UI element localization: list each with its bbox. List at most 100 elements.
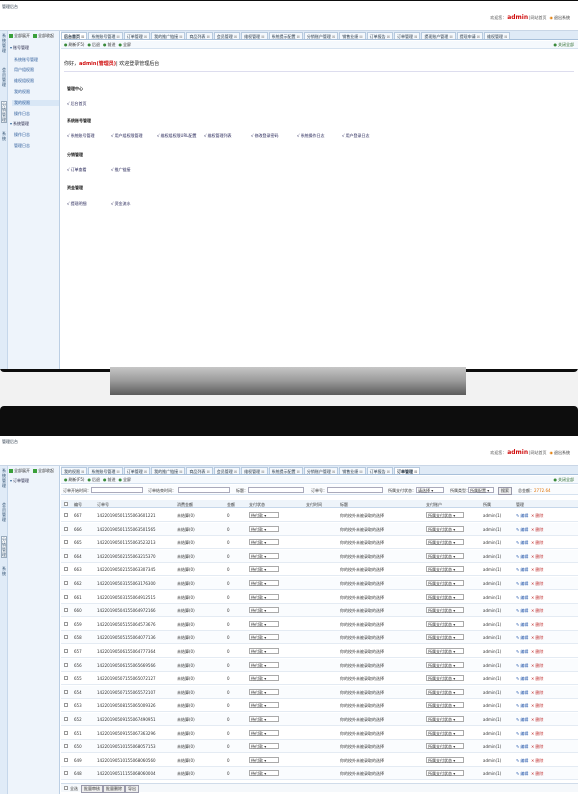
tab-close-icon[interactable]: ⊠ [206, 34, 209, 39]
status-select[interactable]: 待付款 ▾ [249, 688, 279, 695]
nav-item[interactable]: 系统账号管理 [14, 57, 38, 63]
tab-item[interactable]: 维权管理⊠ [241, 32, 268, 39]
tab-item[interactable]: 维权管理⊠ [484, 32, 511, 39]
site-home-link[interactable]: 网站首页 [531, 450, 547, 455]
nav-item[interactable]: 操作日志 [14, 132, 30, 138]
edit-link[interactable]: 编辑 [516, 676, 528, 682]
account-select[interactable]: 所属支付状态 ▾ [426, 688, 464, 695]
account-select[interactable]: 所属支付状态 ▾ [426, 702, 464, 709]
expand-all-button[interactable]: 全部展开 [9, 33, 30, 38]
table-row[interactable]: 666 14220190501155063501565 未结算(0) 0 你的校外未被录… [61, 522, 578, 536]
footer-select-all-checkbox[interactable] [64, 786, 68, 790]
quick-link[interactable]: 用户登录日志 [342, 133, 370, 139]
row-checkbox[interactable] [64, 594, 68, 599]
account-select[interactable]: 所属支付状态 ▾ [426, 539, 464, 546]
tab-item[interactable]: 我的推广链接⊠ [151, 32, 186, 39]
status-select[interactable]: 待付款 ▾ [249, 756, 279, 763]
end-date-input[interactable] [178, 487, 230, 493]
quick-link[interactable]: 订单查看 [67, 167, 87, 173]
tab-close-icon[interactable]: ⊠ [359, 469, 362, 474]
tab-close-icon[interactable]: ⊠ [116, 469, 119, 474]
close-all-button[interactable]: 关闭全部 [554, 41, 574, 49]
account-select[interactable]: 所属支付状态 ▾ [426, 512, 464, 518]
nav-item-selected[interactable]: 我的权限 [12, 100, 59, 106]
tab-item[interactable]: 系统账号管理⊠ [88, 32, 123, 39]
status-select[interactable]: 待付款 ▾ [249, 634, 279, 641]
tab-item[interactable]: 订单报告⊠ [366, 467, 393, 474]
tab-item[interactable]: 系统账号管理⊠ [88, 467, 123, 474]
tab-close-icon[interactable]: ⊠ [234, 34, 237, 39]
tab-close-icon[interactable]: ⊠ [332, 469, 335, 474]
edit-link[interactable]: 编辑 [516, 690, 528, 696]
tab-close-icon[interactable]: ⊠ [414, 469, 417, 474]
row-checkbox[interactable] [64, 757, 68, 762]
row-checkbox[interactable] [64, 676, 68, 681]
tab-close-icon[interactable]: ⊠ [387, 34, 390, 39]
edit-link[interactable]: 编辑 [516, 744, 528, 750]
table-row[interactable]: 648 14220190511155068060004 未结算(0) 0 你的校外未被录… [61, 767, 578, 781]
status-select[interactable]: 待付款 ▾ [249, 716, 279, 722]
tab-item[interactable]: 销售业绩⊠ [339, 32, 366, 39]
account-select[interactable]: 所属支付状态 ▾ [426, 729, 464, 736]
edit-link[interactable]: 编辑 [516, 771, 528, 777]
tab-close-icon[interactable]: ⊠ [332, 34, 335, 39]
table-row[interactable]: 650 14220190510155068057153 未结算(0) 0 你的校外未被录… [61, 740, 578, 754]
quick-link[interactable]: 后台首页 [67, 101, 87, 107]
edit-link[interactable]: 编辑 [516, 595, 528, 601]
forward-button[interactable]: 前进 [103, 477, 116, 482]
delete-link[interactable]: 删除 [531, 513, 543, 519]
table-row[interactable]: 663 14220190502155063307345 未结算(0) 0 你的校外未被录… [61, 563, 578, 577]
account-select[interactable]: 所属支付状态 ▾ [426, 552, 464, 559]
status-select[interactable]: 待付款 ▾ [249, 580, 279, 586]
tab-close-icon[interactable]: ⊠ [81, 34, 84, 39]
row-checkbox[interactable] [64, 608, 68, 613]
tab-item[interactable]: 维权管理⊠ [241, 467, 268, 474]
vtab-system[interactable]: 系统管理 [1, 33, 7, 53]
tab-item[interactable]: 商品列表⊠ [186, 32, 213, 39]
tab-close-icon[interactable]: ⊠ [179, 34, 182, 39]
edit-link[interactable]: 编辑 [516, 717, 528, 723]
status-select[interactable]: 待付款 ▾ [249, 552, 279, 559]
row-checkbox[interactable] [64, 662, 68, 667]
delete-link[interactable]: 删除 [531, 622, 543, 628]
delete-link[interactable]: 删除 [531, 554, 543, 560]
table-row[interactable]: 662 14220190503155063176300 未结算(0) 0 你的校外未被录… [61, 577, 578, 590]
refresh-button[interactable]: 刷新(F5) [64, 477, 84, 482]
tab-close-icon[interactable]: ⊠ [359, 34, 362, 39]
quick-link[interactable]: 维权管理列表 [204, 133, 232, 139]
account-select[interactable]: 所属支付状态 ▾ [426, 580, 464, 586]
status-select[interactable]: 待付款 ▾ [249, 512, 279, 518]
tab-item[interactable]: 系统提示配置⊠ [268, 32, 303, 39]
tab-item[interactable]: 提现申请⊠ [456, 32, 484, 39]
delete-link[interactable]: 删除 [531, 663, 543, 669]
row-checkbox[interactable] [64, 635, 68, 640]
tab-item[interactable]: 商品列表⊠ [186, 467, 213, 474]
delete-link[interactable]: 删除 [531, 771, 543, 777]
start-date-input[interactable] [91, 487, 143, 493]
vtab-member[interactable]: 会员管理 [1, 67, 7, 87]
tab-close-icon[interactable]: ⊠ [504, 34, 507, 39]
tab-close-icon[interactable]: ⊠ [297, 469, 300, 474]
logout-link[interactable]: 退出系统 [550, 15, 571, 20]
tab-close-icon[interactable]: ⊠ [144, 34, 147, 39]
vtab-other[interactable]: 系统 [1, 566, 7, 576]
tab-item[interactable]: 销售业绩⊠ [339, 467, 366, 474]
tab-close-icon[interactable]: ⊠ [477, 34, 480, 39]
tab-item[interactable]: 订单管理⊠ [123, 32, 151, 39]
edit-link[interactable]: 编辑 [516, 567, 528, 573]
batch-audit-button[interactable]: 批量审核 [81, 785, 103, 793]
delete-link[interactable]: 删除 [531, 540, 543, 546]
delete-link[interactable]: 删除 [531, 527, 543, 533]
account-select[interactable]: 所属支付状态 ▾ [426, 770, 464, 777]
status-select[interactable]: 待付款 ▾ [249, 675, 279, 682]
table-row[interactable]: 664 14220190502155063215370 未结算(0) 0 你的校外未被录… [61, 549, 578, 563]
account-select[interactable]: 所属支付状态 ▾ [426, 648, 464, 654]
delete-link[interactable]: 删除 [531, 676, 543, 682]
status-select[interactable]: 待付款 ▾ [249, 566, 279, 573]
edit-link[interactable]: 编辑 [516, 622, 528, 628]
fullscreen-button[interactable]: 全屏 [118, 42, 131, 47]
table-row[interactable]: 657 14220190506155064777364 未结算(0) 0 你的校外未被录… [61, 645, 578, 658]
tab-item[interactable]: 系统提示配置⊠ [268, 467, 303, 474]
tab-item[interactable]: 后台首页⊠ [61, 32, 88, 39]
status-select[interactable]: 待付款 ▾ [249, 743, 279, 750]
